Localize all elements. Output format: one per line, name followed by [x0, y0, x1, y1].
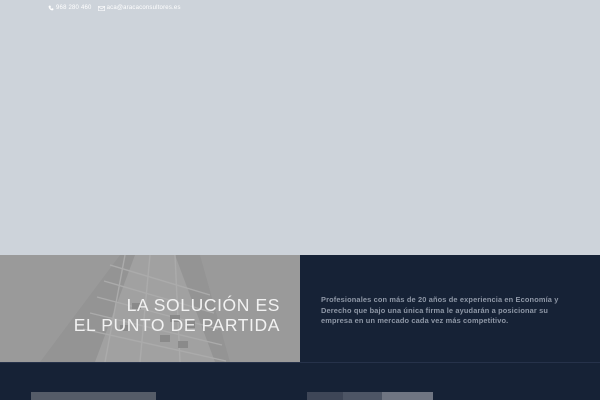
phone-number[interactable]: 968 280 460 [56, 5, 92, 11]
phone-contact[interactable]: 968 280 460 [48, 5, 92, 11]
top-contact-bar: 968 280 460 aca@aracaconsultores.es [0, 0, 600, 16]
tagline-line-1: LA SOLUCIÓN ES [126, 295, 280, 315]
bottom-card-left[interactable] [31, 392, 156, 400]
promo-description: Profesionales con más de 20 años de expe… [321, 295, 559, 325]
tagline-line-2: EL PUNTO DE PARTIDA [73, 315, 280, 335]
promo-text-panel: Profesionales con más de 20 años de expe… [300, 255, 600, 362]
card-image-segment [343, 392, 382, 400]
promo-tagline: LA SOLUCIÓN ES EL PUNTO DE PARTIDA [74, 295, 280, 335]
phone-icon [48, 5, 54, 11]
bottom-card-right[interactable] [307, 392, 433, 400]
promo-image-panel: LA SOLUCIÓN ES EL PUNTO DE PARTIDA [0, 255, 300, 362]
email-contact[interactable]: aca@aracaconsultores.es [97, 5, 181, 11]
card-image-segment [382, 392, 433, 400]
envelope-icon [97, 5, 105, 11]
email-address[interactable]: aca@aracaconsultores.es [107, 5, 181, 11]
hero-banner [0, 16, 600, 255]
